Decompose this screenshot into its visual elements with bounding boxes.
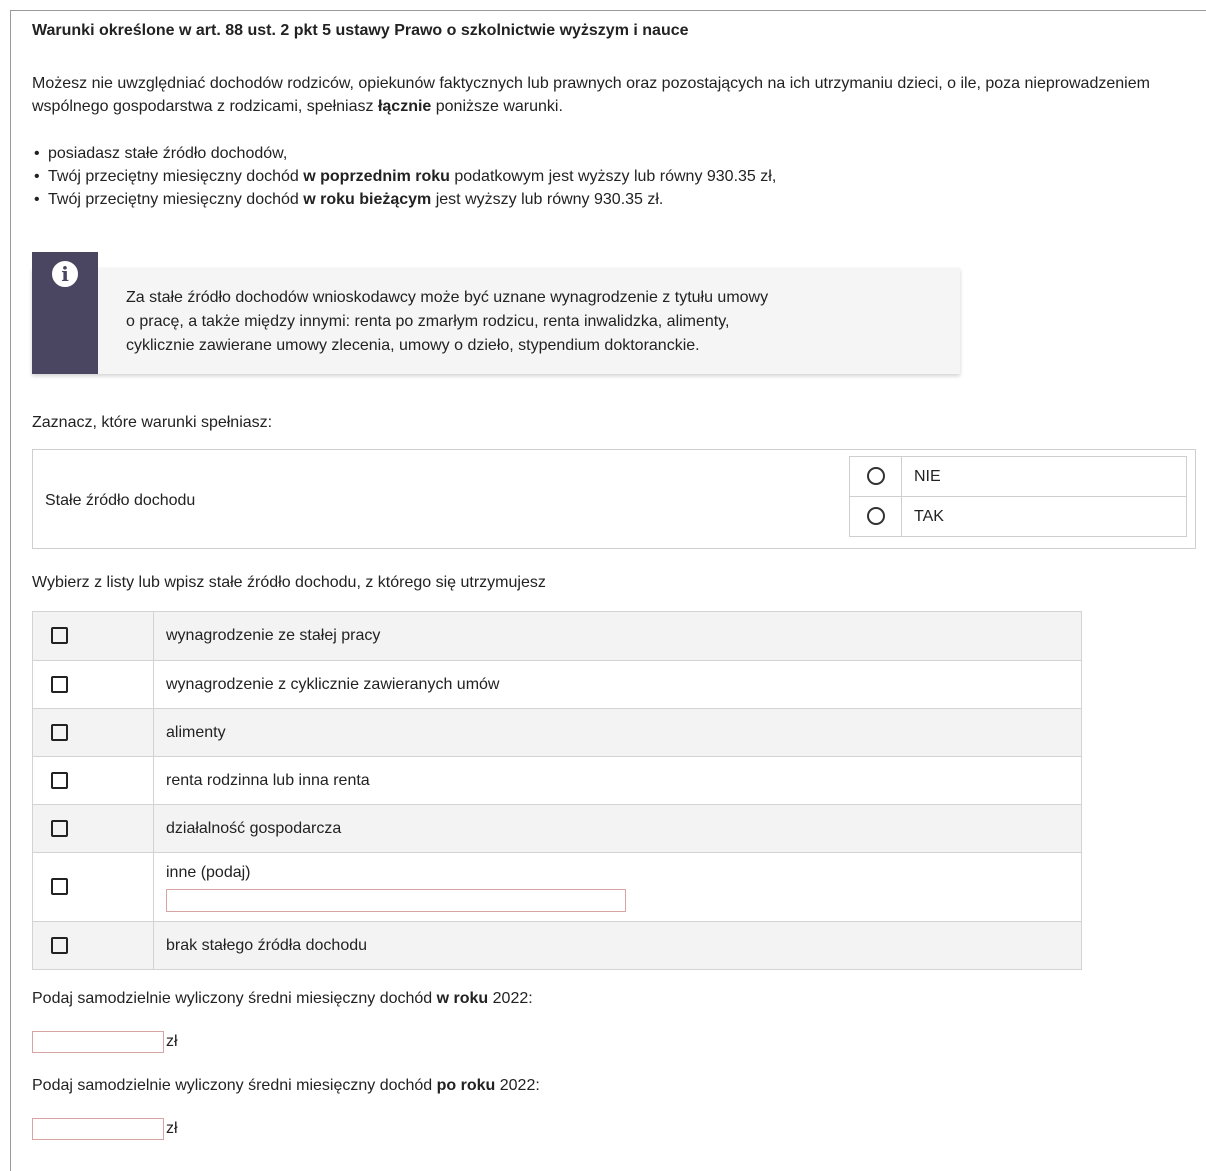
info-box: i Za stałe źródło dochodów wnioskodawcy … [32, 252, 960, 374]
condition-text: Twój przeciętny miesięczny dochód [48, 191, 304, 208]
income-in-year-prompt: Podaj samodzielnie wyliczony średni mies… [32, 988, 533, 1010]
stable-income-label: Stałe źródło dochodu [45, 492, 196, 509]
source-checkbox[interactable] [51, 771, 68, 789]
radio-nie[interactable] [866, 467, 885, 486]
checkbox-cell [32, 921, 154, 970]
source-label: wynagrodzenie ze stałej pracy [153, 611, 1082, 661]
stable-income-question: Stałe źródło dochodu NIE TAK [32, 449, 1196, 549]
condition-text: jest wyższy lub równy 930.35 zł. [431, 191, 664, 208]
condition-text: posiadasz stałe źródło dochodów, [48, 145, 288, 162]
prompt-text: 2022: [488, 990, 533, 1007]
info-line: cyklicznie zawierane umowy zlecenia, umo… [126, 337, 700, 354]
source-label: brak stałego źródła dochodu [153, 921, 1082, 970]
income-in-year-row: zł [32, 1031, 178, 1053]
source-row: wynagrodzenie z cyklicznie zawieranych u… [32, 660, 1082, 709]
income-after-year-row: zł [32, 1118, 178, 1140]
condition-item: Twój przeciętny miesięczny dochód w roku… [32, 188, 776, 211]
option-nie-row[interactable]: NIE [849, 456, 1187, 497]
source-row: alimenty [32, 708, 1082, 757]
option-nie-label[interactable]: NIE [901, 456, 1187, 497]
source-row: działalność gospodarcza [32, 804, 1082, 853]
intro-text-bold: łącznie [377, 98, 432, 115]
info-line: Za stałe źródło dochodów wnioskodawcy mo… [126, 289, 769, 306]
condition-text-bold: w poprzednim roku [303, 168, 450, 185]
checkbox-cell [32, 756, 154, 805]
info-text: Za stałe źródło dochodów wnioskodawcy mo… [126, 286, 946, 358]
source-checkbox[interactable] [51, 723, 68, 741]
source-label: działalność gospodarcza [153, 804, 1082, 853]
source-label: inne (podaj) [166, 863, 251, 881]
prompt-text: Podaj samodzielnie wyliczony średni mies… [32, 990, 437, 1007]
sources-prompt: Wybierz z listy lub wpisz stałe źródło d… [32, 574, 546, 591]
option-tak-row[interactable]: TAK [849, 496, 1187, 537]
radio-tak[interactable] [866, 507, 885, 526]
source-row: inne (podaj) [32, 852, 1082, 922]
option-tak-label[interactable]: TAK [901, 496, 1187, 537]
condition-text: podatkowym jest wyższy lub równy 930.35 … [449, 168, 777, 185]
currency-unit: zł [166, 1033, 178, 1051]
source-checkbox[interactable] [51, 819, 68, 837]
source-label: wynagrodzenie z cyklicznie zawieranych u… [153, 660, 1082, 709]
conditions-prompt: Zaznacz, które warunki spełniasz: [32, 414, 273, 431]
source-checkbox[interactable] [51, 878, 68, 896]
prompt-text-bold: w roku [436, 990, 489, 1007]
radio-cell [849, 456, 902, 497]
source-label: renta rodzinna lub inna renta [153, 756, 1082, 805]
source-row: brak stałego źródła dochodu [32, 921, 1082, 970]
income-after-year-prompt: Podaj samodzielnie wyliczony średni mies… [32, 1075, 540, 1097]
source-checkbox[interactable] [51, 627, 68, 645]
source-row: wynagrodzenie ze stałej pracy [32, 611, 1082, 661]
prompt-text: Podaj samodzielnie wyliczony średni mies… [32, 1077, 437, 1094]
section-heading: Warunki określone w art. 88 ust. 2 pkt 5… [32, 22, 689, 39]
conditions-list: posiadasz stałe źródło dochodów, Twój pr… [32, 142, 776, 211]
source-row: renta rodzinna lub inna renta [32, 756, 1082, 805]
condition-item: posiadasz stałe źródło dochodów, [32, 142, 776, 165]
checkbox-cell [32, 708, 154, 757]
intro-text-start: Możesz nie uwzględniać dochodów rodziców… [32, 75, 1150, 115]
checkbox-cell [32, 804, 154, 853]
checkbox-cell [32, 660, 154, 709]
intro-text-end: poniższe warunki. [431, 98, 563, 115]
source-other-cell: inne (podaj) [153, 852, 1082, 922]
income-sources-table: wynagrodzenie ze stałej pracy wynagrodze… [32, 611, 1082, 970]
source-checkbox[interactable] [51, 936, 68, 954]
currency-unit: zł [166, 1120, 178, 1138]
prompt-text: 2022: [495, 1077, 540, 1094]
intro-text: Możesz nie uwzględniać dochodów rodziców… [32, 72, 1192, 118]
condition-item: Twój przeciętny miesięczny dochód w popr… [32, 165, 776, 188]
checkbox-cell [32, 852, 154, 922]
source-checkbox[interactable] [51, 675, 68, 693]
info-icon: i [49, 258, 81, 290]
radio-cell [849, 496, 902, 537]
income-after-year-input[interactable] [32, 1118, 164, 1140]
income-in-year-input[interactable] [32, 1031, 164, 1053]
condition-text-bold: w roku bieżącym [303, 191, 432, 208]
checkbox-cell [32, 611, 154, 661]
source-label: alimenty [153, 708, 1082, 757]
other-source-input[interactable] [166, 889, 626, 913]
condition-text: Twój przeciętny miesięczny dochód [48, 168, 304, 185]
prompt-text-bold: po roku [436, 1077, 496, 1094]
stable-income-options: NIE TAK [849, 456, 1187, 537]
info-line: o pracę, a także między innymi: renta po… [126, 313, 730, 330]
